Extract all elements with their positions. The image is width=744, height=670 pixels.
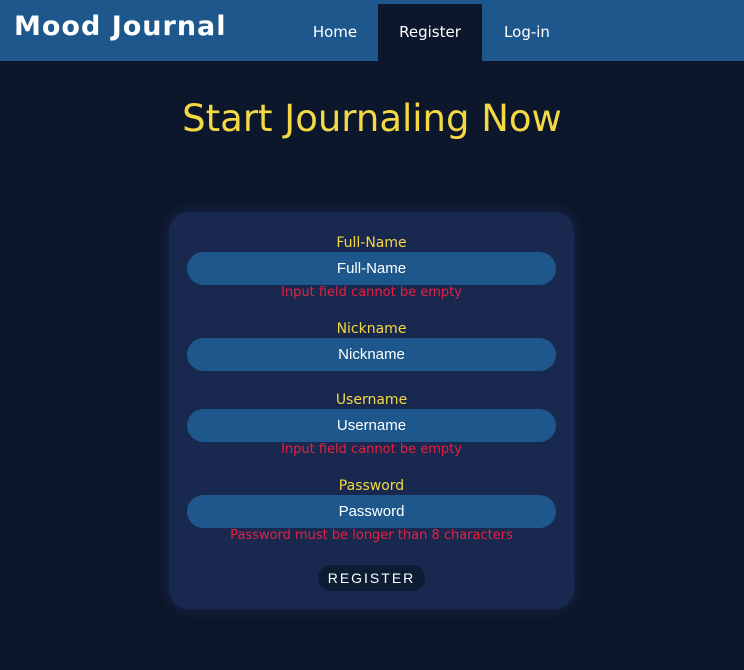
password-input[interactable] bbox=[187, 495, 556, 528]
password-error: Password must be longer than 8 character… bbox=[230, 528, 513, 543]
full-name-label: Full-Name bbox=[336, 235, 407, 251]
page-title: Start Journaling Now bbox=[182, 97, 562, 140]
register-form: Full-Name Input field cannot be empty Ni… bbox=[169, 212, 574, 609]
register-button[interactable]: REGISTER bbox=[318, 565, 425, 591]
full-name-input[interactable] bbox=[187, 252, 556, 285]
username-label: Username bbox=[335, 392, 408, 408]
brand-logo[interactable]: Mood Journal bbox=[14, 10, 227, 44]
username-input[interactable] bbox=[187, 409, 556, 442]
nickname-input[interactable] bbox=[187, 338, 556, 371]
password-label: Password bbox=[338, 478, 405, 494]
nav-login[interactable]: Log-in bbox=[486, 4, 568, 61]
username-error: Input field cannot be empty bbox=[281, 442, 462, 457]
navbar: Mood Journal Home Register Log-in bbox=[0, 0, 744, 61]
nav-home[interactable]: Home bbox=[297, 4, 373, 61]
nav-register[interactable]: Register bbox=[378, 4, 482, 61]
nickname-label: Nickname bbox=[336, 321, 407, 337]
full-name-error: Input field cannot be empty bbox=[281, 285, 462, 300]
